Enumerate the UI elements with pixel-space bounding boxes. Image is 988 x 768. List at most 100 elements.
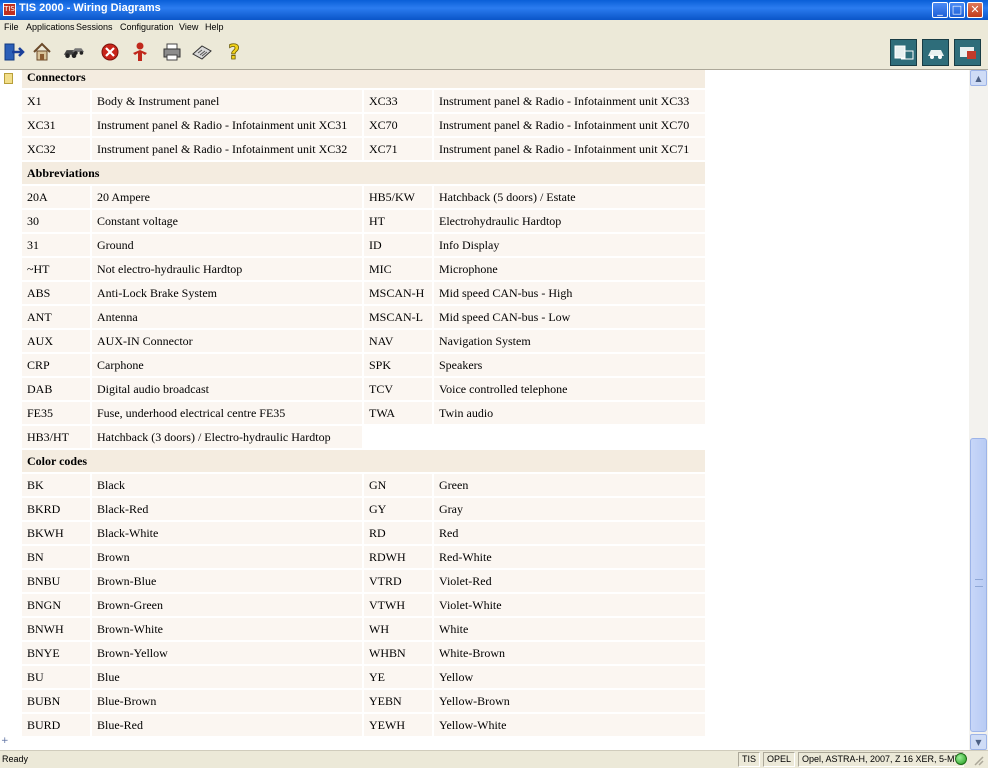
abbreviations-code-cell: ~HT: [22, 258, 90, 280]
home-icon[interactable]: [30, 40, 54, 64]
menu-help[interactable]: Help: [205, 22, 224, 32]
minimize-button[interactable]: _: [932, 2, 948, 18]
color-codes-code-cell: WHBN: [364, 642, 432, 664]
abbreviations-description-cell: Ground: [92, 234, 362, 256]
abbreviations-code-cell: MSCAN-H: [364, 282, 432, 304]
status-make: OPEL: [763, 752, 796, 767]
component-icon[interactable]: [954, 39, 981, 66]
color-codes-code-cell: GY: [364, 498, 432, 520]
color-codes-code-cell: BNBU: [22, 570, 90, 592]
maximize-button[interactable]: □: [949, 2, 965, 18]
print-icon[interactable]: [160, 40, 184, 64]
color-codes-description-cell: White: [434, 618, 705, 640]
color-codes-description-cell: Red-White: [434, 546, 705, 568]
color-codes-description-cell: Yellow-Brown: [434, 690, 705, 712]
diagram-icon[interactable]: [890, 39, 917, 66]
abbreviations-code-cell: ANT: [22, 306, 90, 328]
connectors-description-cell: Instrument panel & Radio - Infotainment …: [434, 90, 705, 112]
abbreviations-code-cell: CRP: [22, 354, 90, 376]
vertical-scrollbar[interactable]: ▲ ▼: [969, 70, 988, 750]
color-codes-description-cell: Red: [434, 522, 705, 544]
color-codes-description-cell: Yellow-White: [434, 714, 705, 736]
color-codes-description-cell: Black-Red: [92, 498, 362, 520]
abbreviations-code-cell: ABS: [22, 282, 90, 304]
cars-icon[interactable]: [62, 40, 86, 64]
abbreviations-code-cell: AUX: [22, 330, 90, 352]
color-codes-description-cell: Black: [92, 474, 362, 496]
svg-text:?: ?: [228, 40, 240, 64]
abbreviations-description-cell: Fuse, underhood electrical centre FE35: [92, 402, 362, 424]
abbreviations-description-cell: Constant voltage: [92, 210, 362, 232]
connection-status-icon: [955, 753, 967, 765]
window-title: TIS 2000 - Wiring Diagrams: [19, 2, 161, 14]
abbreviations-code-cell: FE35: [22, 402, 90, 424]
abbreviations-code-cell: HT: [364, 210, 432, 232]
color-codes-code-cell: GN: [364, 474, 432, 496]
abbreviations-code-cell: DAB: [22, 378, 90, 400]
connectors-description-cell: Instrument panel & Radio - Infotainment …: [92, 114, 362, 136]
color-codes-code-cell: BUBN: [22, 690, 90, 712]
menu-file[interactable]: File: [4, 22, 19, 32]
color-codes-description-cell: Blue-Red: [92, 714, 362, 736]
abbreviations-code-cell: MIC: [364, 258, 432, 280]
scroll-up-button[interactable]: ▲: [970, 70, 987, 86]
close-button[interactable]: ✕: [967, 2, 983, 18]
scroll-down-button[interactable]: ▼: [970, 734, 987, 750]
section-header-connectors: Connectors: [22, 70, 705, 88]
color-codes-description-cell: Yellow: [434, 666, 705, 688]
abbreviations-description-cell: Antenna: [92, 306, 362, 328]
abbreviations-description-cell: Mid speed CAN-bus - High: [434, 282, 705, 304]
menu-configuration[interactable]: Configuration: [120, 22, 174, 32]
abbreviations-code-cell: SPK: [364, 354, 432, 376]
color-codes-code-cell: YEBN: [364, 690, 432, 712]
status-bar: Ready TIS OPEL Opel, ASTRA-H, 2007, Z 16…: [0, 750, 988, 768]
color-codes-description-cell: Brown-Yellow: [92, 642, 362, 664]
color-codes-description-cell: Blue-Brown: [92, 690, 362, 712]
color-codes-description-cell: Brown-Green: [92, 594, 362, 616]
menu-applications[interactable]: Applications: [26, 22, 75, 32]
bookmark-icon[interactable]: [4, 73, 13, 84]
color-codes-code-cell: VTWH: [364, 594, 432, 616]
color-codes-code-cell: RD: [364, 522, 432, 544]
abbreviations-description-cell: Info Display: [434, 234, 705, 256]
abbreviations-description-cell: Carphone: [92, 354, 362, 376]
color-codes-code-cell: BU: [22, 666, 90, 688]
abbreviations-description-cell: 20 Ampere: [92, 186, 362, 208]
abbreviations-description-cell: Navigation System: [434, 330, 705, 352]
abbreviations-code-cell: 30: [22, 210, 90, 232]
connectors-code-cell: XC32: [22, 138, 90, 160]
settings-icon[interactable]: [190, 40, 214, 64]
color-codes-description-cell: Black-White: [92, 522, 362, 544]
abbreviations-description-cell: Twin audio: [434, 402, 705, 424]
vehicle-icon[interactable]: [922, 39, 949, 66]
resize-grip-icon[interactable]: [972, 754, 984, 766]
color-codes-code-cell: BK: [22, 474, 90, 496]
menu-view[interactable]: View: [179, 22, 198, 32]
color-codes-description-cell: Violet-Red: [434, 570, 705, 592]
exit-icon[interactable]: [2, 40, 26, 64]
connectors-description-cell: Instrument panel & Radio - Infotainment …: [434, 138, 705, 160]
abbreviations-description-cell: Speakers: [434, 354, 705, 376]
wiring-legend-panel: + Connectors X1 Body & Instrument panel XC3…: [0, 70, 969, 750]
color-codes-description-cell: Brown: [92, 546, 362, 568]
help-icon[interactable]: ?: [222, 40, 246, 64]
person-icon[interactable]: [128, 40, 152, 64]
section-header-abbreviations: Abbreviations: [22, 162, 705, 184]
scroll-thumb[interactable]: [970, 438, 987, 732]
connectors-description-cell: Instrument panel & Radio - Infotainment …: [92, 138, 362, 160]
abbreviations-description-cell: Hatchback (5 doors) / Estate: [434, 186, 705, 208]
abbreviations-description-cell: Electrohydraulic Hardtop: [434, 210, 705, 232]
abbreviations-code-cell: TCV: [364, 378, 432, 400]
stop-icon[interactable]: [98, 40, 122, 64]
color-codes-description-cell: Blue: [92, 666, 362, 688]
color-codes-description-cell: Brown-Blue: [92, 570, 362, 592]
color-codes-description-cell: White-Brown: [434, 642, 705, 664]
abbreviations-code-cell: TWA: [364, 402, 432, 424]
color-codes-code-cell: BNYE: [22, 642, 90, 664]
connectors-code-cell: XC70: [364, 114, 432, 136]
abbreviations-code-cell: 31: [22, 234, 90, 256]
color-codes-code-cell: BKWH: [22, 522, 90, 544]
menu-sessions[interactable]: Sessions: [76, 22, 113, 32]
expand-icon[interactable]: +: [1, 736, 9, 746]
abbreviations-code-cell: HB3/HT: [22, 426, 90, 448]
